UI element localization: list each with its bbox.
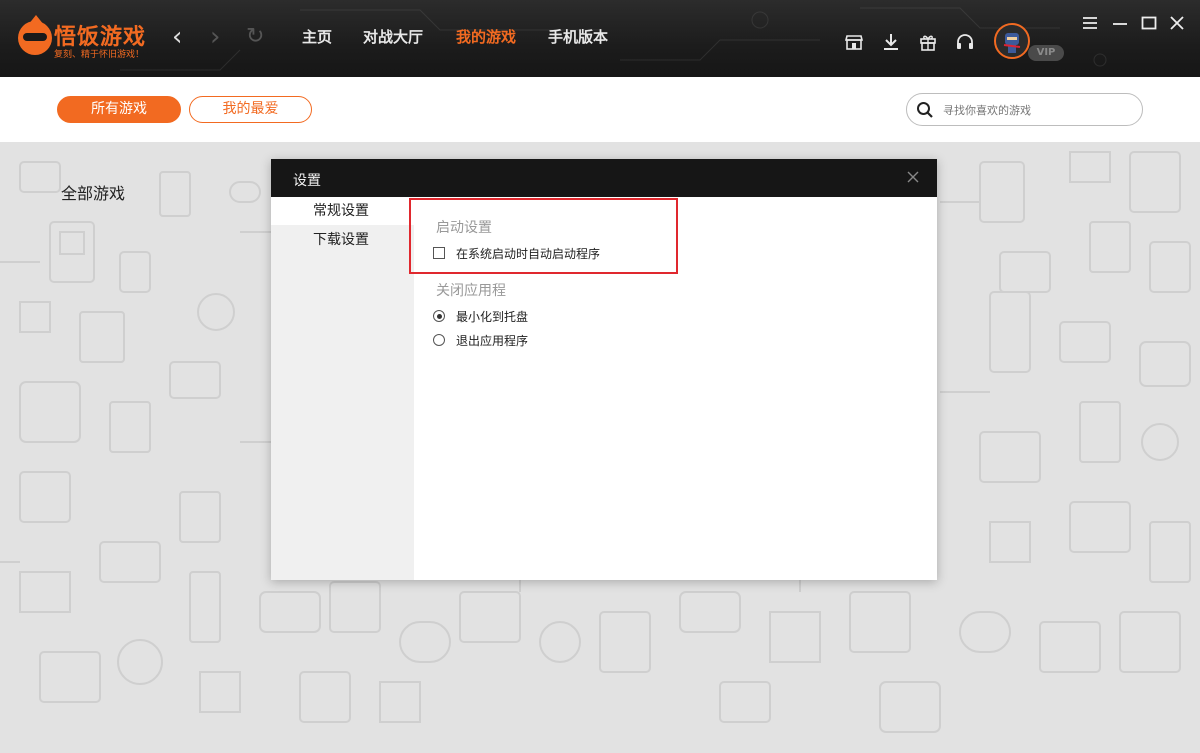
refresh-icon[interactable]: ↻ [246, 22, 264, 52]
gift-icon[interactable] [918, 32, 938, 52]
title-bar: 悟饭游戏 复刻、精于怀旧游戏！ ‹ › ↻ 主页 对战大厅 我的游戏 手机版本 [0, 0, 1200, 77]
download-icon[interactable] [881, 32, 901, 52]
user-avatar[interactable] [994, 23, 1030, 59]
nav-home[interactable]: 主页 [302, 26, 332, 47]
settings-panel: 启动设置 在系统启动时自动启动程序 关闭应用程 最小化到托盘 退出应用程序 [414, 197, 937, 580]
forward-arrow-icon[interactable]: › [210, 22, 220, 52]
sidebar-item-general[interactable]: 常规设置 [271, 197, 414, 225]
menu-icon[interactable] [1081, 14, 1099, 32]
store-icon[interactable] [844, 32, 864, 52]
settings-dialog: 设置 常规设置 下载设置 启动设置 在系统启动时自动启动程序 关闭应用程 最小化… [271, 159, 937, 580]
section-title: 全部游戏 [61, 184, 126, 203]
search-box[interactable] [906, 93, 1143, 126]
avatar-ninja-icon [996, 25, 1028, 57]
minimize-icon[interactable] [1111, 14, 1129, 32]
nav-mobile-version[interactable]: 手机版本 [548, 26, 608, 47]
minimize-to-tray-label[interactable]: 最小化到托盘 [456, 308, 528, 325]
sidebar-item-download[interactable]: 下载设置 [271, 226, 414, 254]
close-app-group-title: 关闭应用程 [436, 283, 506, 299]
logo-slogan: 复刻、精于怀旧游戏！ [54, 50, 145, 60]
search-input[interactable] [943, 100, 1133, 120]
maximize-icon[interactable] [1140, 14, 1158, 32]
dialog-close-icon[interactable] [905, 169, 921, 185]
logo-monkey-icon [18, 15, 52, 55]
checkbox-box[interactable] [433, 247, 445, 259]
vip-badge: VIP [1028, 45, 1064, 61]
radio-dot[interactable] [433, 334, 445, 346]
nav-battle-lobby[interactable]: 对战大厅 [363, 26, 423, 47]
filter-bar: 所有游戏 我的最爱 [0, 77, 1200, 142]
dialog-title: 设置 [293, 173, 321, 189]
back-arrow-icon[interactable]: ‹ [172, 22, 182, 52]
search-icon [917, 102, 933, 118]
nav-my-games[interactable]: 我的游戏 [456, 26, 516, 47]
radio-dot[interactable] [433, 310, 445, 322]
exit-app-label[interactable]: 退出应用程序 [456, 332, 528, 349]
settings-sidebar: 常规设置 下载设置 [271, 197, 414, 580]
favorites-tab[interactable]: 我的最爱 [189, 96, 312, 123]
auto-start-label[interactable]: 在系统启动时自动启动程序 [456, 245, 600, 262]
app-logo[interactable]: 悟饭游戏 复刻、精于怀旧游戏！ [18, 15, 163, 61]
startup-group-title: 启动设置 [436, 220, 492, 236]
close-icon[interactable] [1168, 14, 1186, 32]
dialog-header: 设置 [271, 159, 937, 197]
headset-icon[interactable] [955, 32, 975, 52]
all-games-tab[interactable]: 所有游戏 [57, 96, 181, 123]
